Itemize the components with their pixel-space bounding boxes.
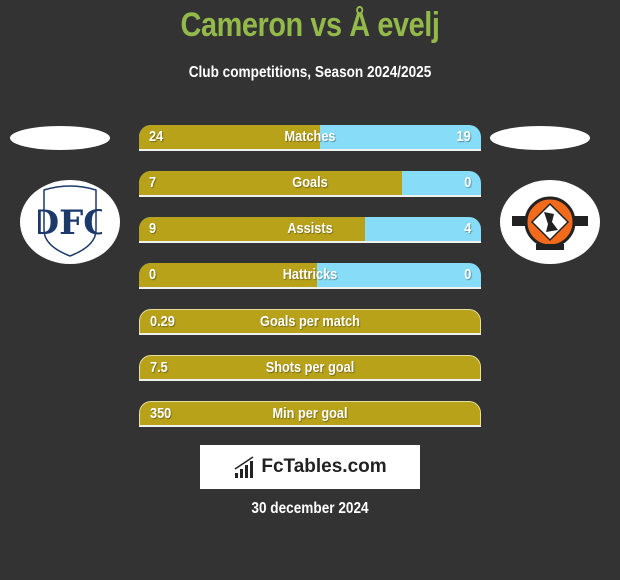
left-player-oval [10, 126, 110, 150]
right-value: 19 [456, 128, 471, 145]
bar-chart-icon [234, 456, 254, 478]
left-value: 24 [149, 128, 164, 145]
stat-label: Hattricks [282, 266, 338, 283]
stat-bar-goals: 7 Goals 0 [139, 171, 481, 197]
left-value: 7 [149, 174, 157, 191]
stat-bar-assists: 9 Assists 4 [139, 217, 481, 243]
right-value: 0 [463, 174, 471, 191]
stat-label: Min per goal [272, 405, 348, 422]
dundee-united-crest-icon [512, 196, 588, 250]
left-value: 9 [149, 220, 157, 237]
stat-bar-shots-per-goal: 7.5 Shots per goal [139, 355, 481, 381]
stat-bar-goals-per-match: 0.29 Goals per match [139, 309, 481, 335]
stat-label: Matches [284, 128, 336, 145]
stat-label: Goals [292, 174, 328, 191]
stat-label: Assists [287, 220, 333, 237]
stat-label: Shots per goal [265, 359, 355, 376]
fctables-brand[interactable]: FcTables.com [200, 445, 420, 489]
dundee-fc-crest-icon: DFC [38, 185, 102, 257]
right-value: 4 [463, 220, 471, 237]
stat-bar-matches: 24 Matches 19 [139, 125, 481, 151]
svg-text:DFC: DFC [38, 203, 102, 243]
stat-bar-min-per-goal: 350 Min per goal [139, 401, 481, 427]
right-team-logo[interactable] [500, 180, 600, 264]
right-player-oval [490, 126, 590, 150]
brand-text: FcTables.com [261, 456, 387, 477]
left-team-logo[interactable]: DFC [20, 180, 120, 264]
stat-bar-hattricks: 0 Hattricks 0 [139, 263, 481, 289]
page-subtitle: Club competitions, Season 2024/2025 [188, 64, 432, 81]
stat-label: Goals per match [260, 313, 360, 330]
left-value: 0 [149, 266, 157, 283]
page-title: Cameron vs Å evelj [180, 6, 440, 44]
right-value: 0 [463, 266, 471, 283]
date-label: 30 december 2024 [251, 500, 369, 517]
